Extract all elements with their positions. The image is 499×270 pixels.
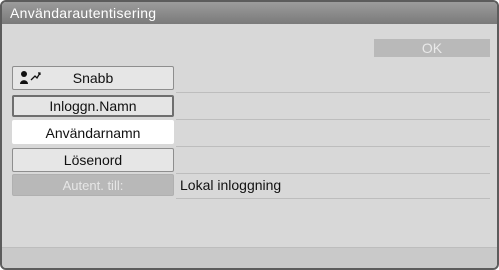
- auth-to-label: Autent. till:: [62, 178, 124, 193]
- bottom-panel: [2, 247, 497, 268]
- row-divider: [176, 198, 490, 199]
- auth-to-value: Lokal inloggning: [180, 177, 282, 193]
- row-divider: [176, 92, 490, 93]
- quick-login-button[interactable]: Snabb: [12, 66, 174, 90]
- user-quick-icon: [19, 70, 41, 86]
- username-button[interactable]: Användarnamn: [12, 120, 174, 144]
- row-divider: [176, 146, 490, 147]
- password-label: Lösenord: [63, 152, 123, 168]
- login-name-button[interactable]: Inloggn.Namn: [12, 95, 174, 117]
- quick-login-label: Snabb: [72, 70, 114, 86]
- row-divider: [176, 119, 490, 120]
- dialog-title: Användarautentisering: [2, 2, 497, 24]
- auth-to-button: Autent. till:: [12, 174, 174, 196]
- ok-button[interactable]: OK: [374, 39, 490, 57]
- auth-dialog: Användarautentisering OK Snabb Inloggn.N…: [0, 0, 499, 270]
- username-label: Användarnamn: [45, 125, 141, 141]
- login-name-label: Inloggn.Namn: [49, 98, 137, 114]
- password-button[interactable]: Lösenord: [12, 148, 174, 172]
